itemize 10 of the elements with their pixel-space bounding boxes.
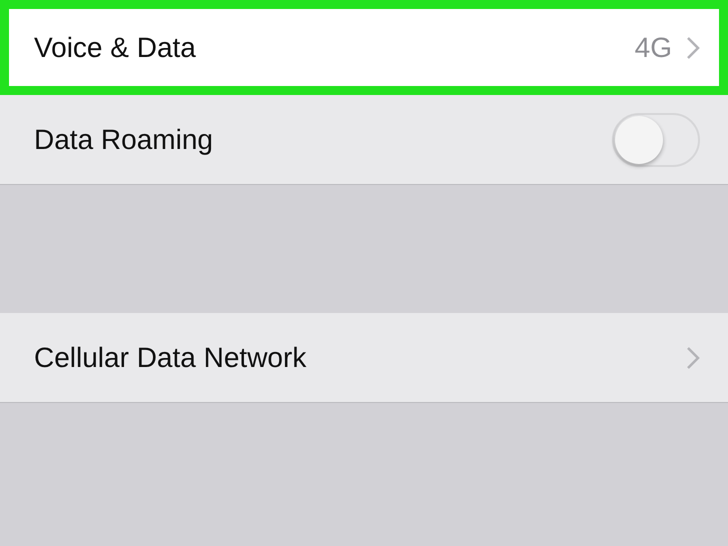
settings-row[interactable]: Cellular Data Network [0,313,728,403]
settings-row[interactable]: Voice & Data 4G [0,0,728,95]
row-label: Cellular Data Network [34,342,306,374]
row-value: 4G [634,32,672,64]
row-label: Data Roaming [34,124,213,156]
settings-row[interactable]: Data Roaming [0,95,728,185]
chevron-icon [686,36,700,60]
chevron-icon [686,346,700,370]
toggle-switch[interactable] [612,112,700,166]
row-label: Voice & Data [34,32,196,64]
